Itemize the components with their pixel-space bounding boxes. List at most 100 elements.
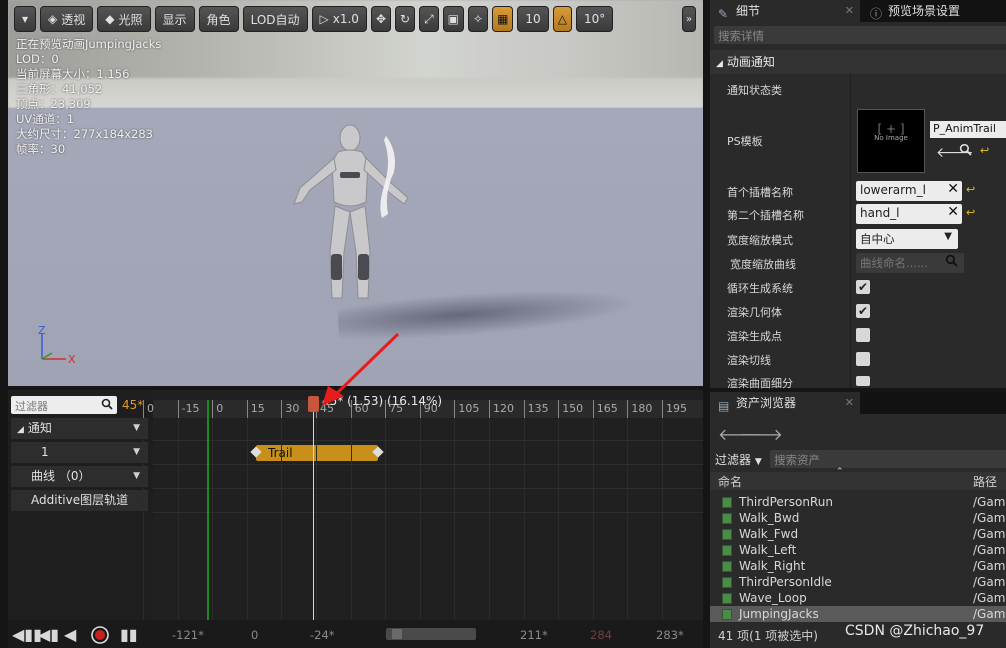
render-geometry-checkbox[interactable]: ✔	[856, 304, 870, 318]
notify-event-trail[interactable]: Trail	[256, 445, 378, 461]
details-search-input[interactable]: 搜索详情	[714, 26, 1006, 44]
anim-sequence-icon	[722, 529, 732, 540]
recycle-checkbox[interactable]: ✔	[856, 280, 870, 294]
stat-line: 正在预览动画JumpingJacks	[16, 37, 162, 51]
reset-icon[interactable]: ↩	[966, 183, 975, 196]
close-icon[interactable]: ✕	[845, 0, 854, 22]
play-speed-icon: ▷	[319, 12, 329, 26]
rotation-snap-button[interactable]: △	[552, 6, 572, 32]
anim-sequence-icon	[722, 513, 732, 524]
timeline-area[interactable]: 0 -15 0 15 30 45 60 75 90 105 120 135 150 165 180 195 T…	[143, 390, 703, 620]
forward-arrow-icon[interactable]: 🡒	[740, 424, 783, 444]
playback-speed-button[interactable]: ▷ x1.0	[311, 6, 367, 32]
filters-dropdown[interactable]: 过滤器 ▼	[715, 451, 762, 468]
track-curves[interactable]: 曲线 （0） ▼	[11, 466, 148, 487]
property-divider[interactable]	[850, 74, 851, 388]
asset-row-selected[interactable]: JumpingJacks/Game	[710, 606, 1006, 622]
width-curve-input[interactable]: 曲线命名......	[856, 253, 964, 273]
grid-line	[385, 418, 387, 620]
track-notify-1[interactable]: 1 ▼	[11, 442, 148, 463]
ruler-tick: 0	[143, 400, 154, 418]
total-frames-value[interactable]: 284	[590, 628, 612, 642]
toolbar-overflow-button[interactable]: »	[682, 6, 697, 32]
rotate-button[interactable]: ↻	[395, 6, 416, 32]
surface-snap-button[interactable]: ✧	[468, 6, 489, 32]
grid-line	[246, 418, 248, 620]
asset-row[interactable]: ThirdPersonRun/Game	[710, 494, 1006, 510]
reset-icon[interactable]: ↩	[966, 206, 975, 219]
collapse-arrow-icon: ◢	[716, 59, 723, 69]
view-end-value[interactable]: 211*	[520, 628, 548, 642]
range-zero-value[interactable]: 0	[251, 628, 258, 642]
rotation-snap-dropdown[interactable]: 10°	[575, 6, 614, 32]
ruler-tick: 120	[489, 400, 514, 418]
character-mesh[interactable]	[280, 122, 430, 312]
render-tangents-checkbox[interactable]	[856, 352, 870, 366]
show-button[interactable]: 显示	[154, 6, 195, 32]
browse-search-icon[interactable]	[959, 143, 972, 159]
range-end-value[interactable]: 283*	[656, 628, 684, 642]
label-render-geometry: 渲染几何体	[727, 306, 782, 319]
grid-size-dropdown[interactable]: 10	[517, 6, 549, 32]
width-mode-dropdown[interactable]: 自中心 ▼	[856, 229, 958, 249]
pause-icon[interactable]: ▮▮	[120, 625, 138, 644]
info-icon: ⓘ	[870, 7, 883, 21]
ps-template-thumbnail[interactable]: [ + ] No Image	[857, 109, 925, 173]
first-socket-input[interactable]: lowerarm_l ✕	[856, 181, 962, 201]
track-additive[interactable]: Additive图层轨道	[11, 490, 148, 511]
tab-details[interactable]: ✎ 细节 ✕	[710, 0, 860, 22]
perspective-button[interactable]: ◈ 透视	[40, 6, 94, 32]
sort-icon[interactable]: ⌃	[836, 467, 844, 477]
section-anim-notify[interactable]: ◢ 动画通知	[710, 50, 1006, 74]
column-name[interactable]: 命名	[718, 473, 742, 490]
chevron-down-icon[interactable]: ▼	[133, 418, 140, 439]
persona-editor: ▾ ◈ 透视 ◆ 光照 显示 角色 LOD自动 ▷ x1.0 ✥ ↻ ⤢ ▣ ✧ ▦ …	[0, 0, 1006, 648]
asset-list-header: 命名 ⌃ 路径	[710, 467, 1006, 490]
tab-preview-scene[interactable]: ⓘ 预览场景设置	[862, 0, 1006, 22]
asset-row[interactable]: Walk_Bwd/Game	[710, 510, 1006, 526]
grid-line	[212, 418, 214, 620]
track-filter-input[interactable]: 过滤器	[11, 396, 117, 414]
column-path[interactable]: 路径	[973, 473, 997, 490]
lod-button[interactable]: LOD自动	[242, 6, 308, 32]
ruler-tick: 105	[454, 400, 479, 418]
range-start-value[interactable]: -121*	[172, 628, 204, 642]
label-first-socket: 首个插槽名称	[727, 186, 793, 199]
play-reverse-icon[interactable]: ◀	[64, 625, 76, 644]
asset-row[interactable]: ThirdPersonIdle/Game	[710, 574, 1006, 590]
viewport-toolbar: ▾ ◈ 透视 ◆ 光照 显示 角色 LOD自动 ▷ x1.0 ✥ ↻ ⤢ ▣ ✧ ▦ …	[14, 6, 614, 32]
ps-template-asset[interactable]: P_AnimTrail	[930, 121, 1006, 138]
asset-row[interactable]: Walk_Fwd/Game	[710, 526, 1006, 542]
chevron-down-icon[interactable]: ▼	[133, 466, 140, 487]
asset-row[interactable]: Walk_Left/Game	[710, 542, 1006, 558]
grid-snap-button[interactable]: ▦	[492, 6, 514, 32]
render-tess-checkbox[interactable]	[856, 376, 870, 386]
viewport[interactable]: ▾ ◈ 透视 ◆ 光照 显示 角色 LOD自动 ▷ x1.0 ✥ ↻ ⤢ ▣ ✧ ▦ …	[8, 0, 703, 386]
character-button[interactable]: 角色	[198, 6, 239, 32]
view-start-value[interactable]: -24*	[310, 628, 335, 642]
world-local-button[interactable]: ▣	[442, 6, 465, 32]
close-icon[interactable]: ✕	[845, 392, 854, 414]
second-socket-input[interactable]: hand_l ✕	[856, 204, 962, 224]
asset-row[interactable]: Wave_Loop/Game	[710, 590, 1006, 606]
reset-icon[interactable]: ↩	[980, 144, 989, 157]
asset-search-input[interactable]: 搜索资产	[770, 450, 1006, 468]
tab-asset-browser[interactable]: ▤ 资产浏览器 ✕	[710, 392, 860, 414]
chevron-down-icon: ▼	[754, 457, 762, 467]
details-panel: ✎ 细节 ✕ ⓘ 预览场景设置 搜索详情 ◢ 动画通知 通知状态类 PS模板 [ + …	[710, 0, 1006, 390]
scale-button[interactable]: ⤢	[419, 6, 439, 32]
axis-gizmo: Z X	[38, 325, 76, 365]
translate-button[interactable]: ✥	[370, 6, 391, 32]
timeline-scrollbar[interactable]	[386, 628, 476, 640]
track-notifies[interactable]: ◢ 通知 ▼	[11, 418, 148, 439]
grid-line	[627, 418, 629, 620]
lighting-button[interactable]: ◆ 光照	[97, 6, 151, 32]
clear-icon[interactable]: ✕	[947, 181, 959, 197]
clear-icon[interactable]: ✕	[947, 204, 959, 220]
record-icon[interactable]	[90, 625, 110, 648]
render-spawn-points-checkbox[interactable]	[856, 328, 870, 342]
asset-row[interactable]: Walk_Right/Game	[710, 558, 1006, 574]
viewport-menu-button[interactable]: ▾	[14, 6, 37, 32]
step-back-icon[interactable]: ◀▮	[38, 625, 59, 644]
chevron-down-icon[interactable]: ▼	[133, 442, 140, 463]
